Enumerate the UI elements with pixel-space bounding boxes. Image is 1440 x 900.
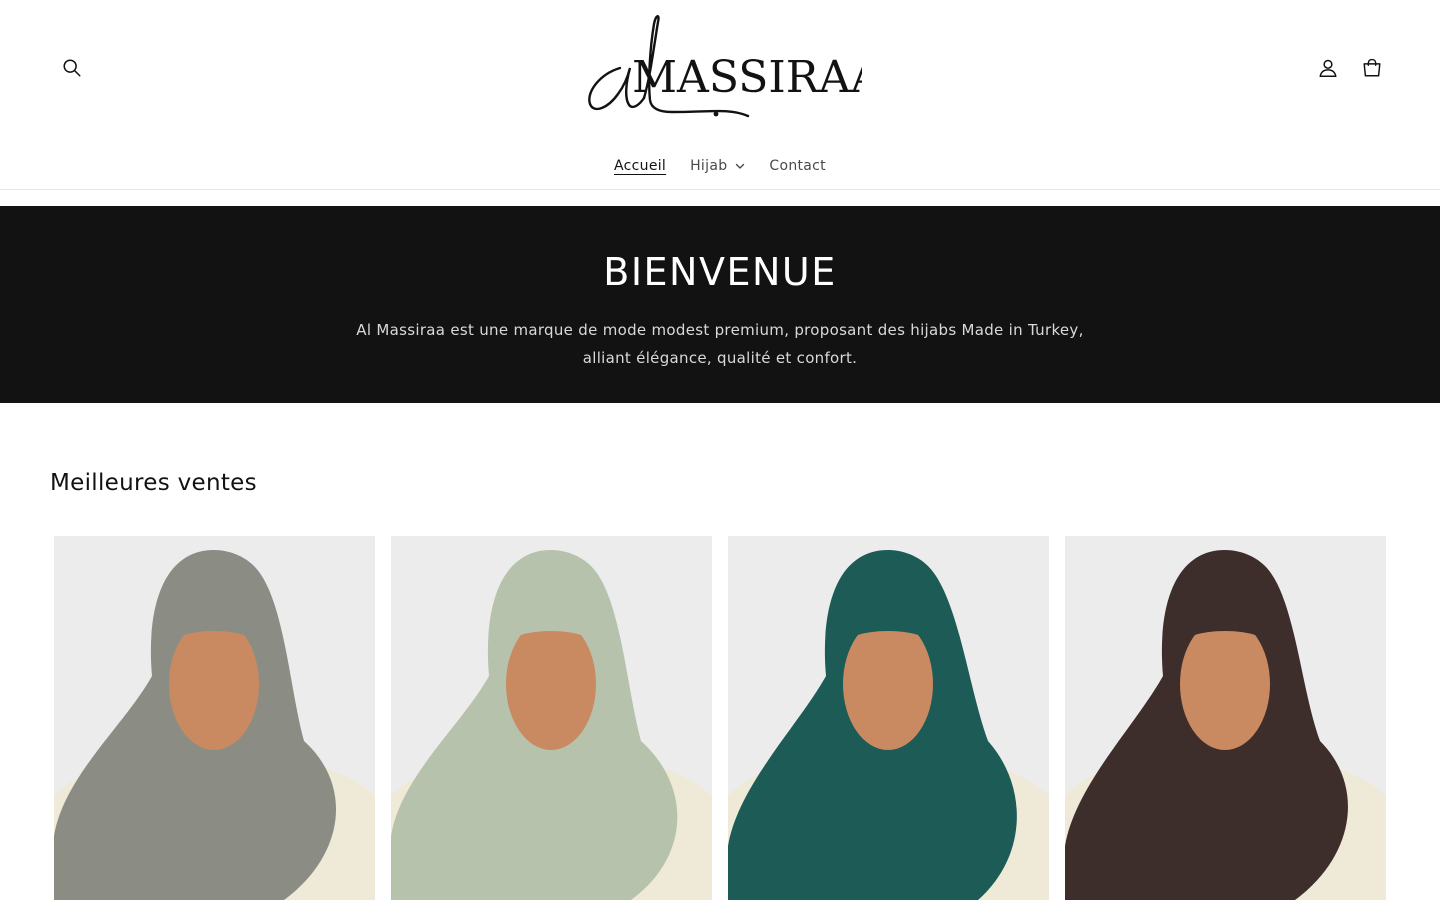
product-card[interactable] (1065, 536, 1386, 900)
main-navigation: Accueil Hijab Contact (0, 154, 1440, 178)
product-card[interactable] (728, 536, 1049, 900)
cart-button[interactable] (1350, 46, 1394, 90)
site-header: MASSIRAA Accueil Hijab Contact (0, 0, 1440, 190)
product-grid (54, 536, 1386, 900)
welcome-banner: BIENVENUE Al Massiraa est une marque de … (0, 206, 1440, 403)
product-image (728, 536, 1049, 900)
banner-text: Al Massiraa est une marque de mode modes… (356, 321, 1084, 367)
nav-item-label: Accueil (614, 158, 667, 174)
nav-item-label: Hijab (690, 158, 728, 174)
nav-item-contact[interactable]: Contact (757, 154, 838, 178)
search-button[interactable] (50, 46, 94, 90)
nav-item-label: Contact (769, 158, 826, 174)
nav-item-accueil[interactable]: Accueil (602, 154, 678, 178)
chevron-down-icon (736, 163, 745, 169)
product-image (54, 536, 375, 900)
search-icon (63, 59, 81, 77)
product-card[interactable] (54, 536, 375, 900)
nav-item-hijab[interactable]: Hijab (678, 154, 757, 178)
cart-icon (1363, 58, 1381, 77)
brand-logo[interactable]: MASSIRAA (580, 8, 884, 122)
section-title: Meilleures ventes (50, 470, 257, 496)
product-card[interactable] (391, 536, 712, 900)
banner-title: BIENVENUE (603, 250, 837, 294)
product-image (1065, 536, 1386, 900)
logo-text: MASSIRAA (632, 52, 862, 103)
product-image (391, 536, 712, 900)
account-icon (1319, 59, 1337, 77)
account-button[interactable] (1306, 46, 1350, 90)
logo-image: MASSIRAA (588, 15, 884, 118)
